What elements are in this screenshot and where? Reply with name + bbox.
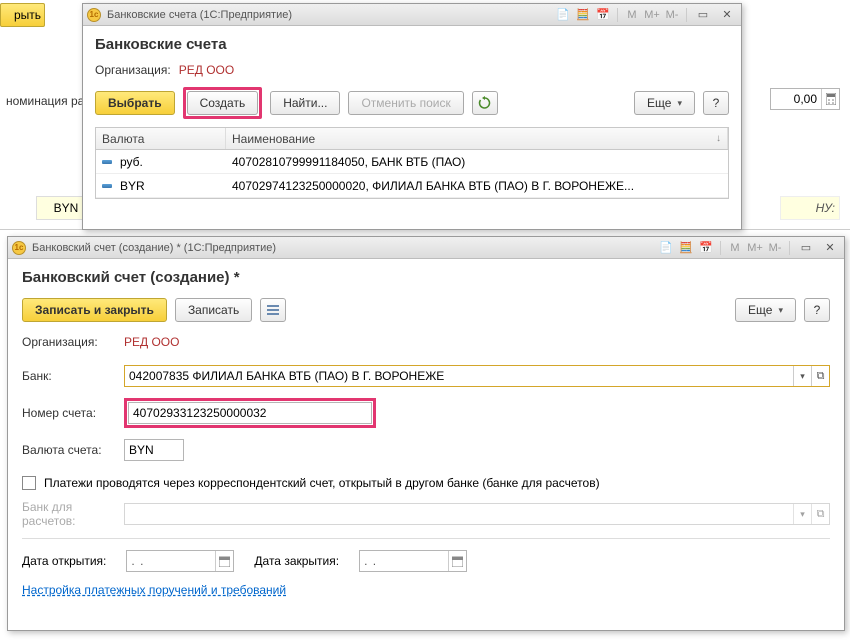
win1-titlebar[interactable]: 1c Банковские счета (1С:Предприятие) 📄 🧮… (83, 4, 741, 26)
close-icon[interactable]: ✕ (717, 7, 737, 23)
calculator-icon[interactable] (821, 89, 839, 109)
open-external-icon[interactable]: ⧉ (811, 366, 829, 386)
date-open-label: Дата открытия: (22, 554, 106, 568)
win1-page-title: Банковские счета (95, 36, 729, 53)
col-name[interactable]: Наименование ↓ (226, 128, 728, 149)
help-button[interactable]: ? (804, 298, 830, 322)
date-close-value: . . (360, 554, 448, 568)
bg-amount-input[interactable]: 0,00 (770, 88, 840, 110)
via-correspondent-checkbox[interactable] (22, 476, 36, 490)
table-row[interactable]: руб. 40702810799991184050, БАНК ВТБ (ПАО… (96, 150, 728, 174)
titlebar-doc-icon[interactable]: 📄 (658, 240, 674, 256)
titlebar-calendar-icon[interactable]: 📅 (595, 7, 611, 23)
checkbox-label: Платежи проводятся через корреспондентск… (44, 476, 600, 490)
account-input[interactable] (129, 403, 371, 423)
cancel-search-button[interactable]: Отменить поиск (348, 91, 463, 115)
date-close-label: Дата закрытия: (254, 554, 339, 568)
divider (22, 538, 830, 539)
win1-titlebar-text: Банковские счета (1С:Предприятие) (107, 9, 555, 21)
win1-toolbar: Выбрать Создать Найти... Отменить поиск … (95, 87, 729, 119)
bg-close-button[interactable]: рыть (0, 3, 45, 27)
more-button[interactable]: Еще (634, 91, 695, 115)
titlebar-calc-icon[interactable]: 🧮 (575, 7, 591, 23)
win2-titlebar-text: Банковский счет (создание) * (1С:Предпри… (32, 242, 658, 254)
separator (720, 241, 721, 255)
currency-input[interactable] (125, 440, 288, 460)
account-input-wrap (128, 402, 372, 424)
date-open-value: . . (127, 554, 215, 568)
cell-name: 40702810799991184050, БАНК ВТБ (ПАО) (232, 155, 465, 169)
currency-label: Валюта счета: (22, 443, 124, 457)
save-button[interactable]: Записать (175, 298, 252, 322)
titlebar-calendar-icon[interactable]: 📅 (698, 240, 714, 256)
cell-currency: BYR (120, 179, 145, 193)
mem-mplus-icon: M+ (644, 7, 660, 23)
row-icon (102, 184, 112, 188)
sort-arrow-icon: ↓ (716, 133, 721, 144)
separator (686, 8, 687, 22)
list-button[interactable] (260, 298, 286, 322)
bank-input[interactable] (125, 366, 793, 386)
calendar-icon[interactable] (215, 551, 233, 571)
mem-m-icon: M (624, 7, 640, 23)
calendar-icon[interactable] (448, 551, 466, 571)
org-label: Организация: (22, 335, 124, 349)
bank-calc-input (125, 504, 793, 524)
mem-mplus-icon: M+ (747, 240, 763, 256)
bank-accounts-window: 1c Банковские счета (1С:Предприятие) 📄 🧮… (82, 3, 742, 230)
cell-name: 40702974123250000020, ФИЛИАЛ БАНКА ВТБ (… (232, 179, 634, 193)
app-icon: 1c (12, 241, 26, 255)
cell-currency: руб. (120, 155, 143, 169)
refresh-button[interactable] (472, 91, 498, 115)
account-highlight (124, 398, 376, 428)
dropdown-icon: ▾ (793, 504, 811, 524)
help-button[interactable]: ? (703, 91, 729, 115)
currency-input-wrap (124, 439, 184, 461)
bank-input-wrap: ▾ ⧉ (124, 365, 830, 387)
org-value: РЕД ООО (179, 63, 234, 77)
date-close-input[interactable]: . . (359, 550, 467, 572)
dropdown-icon[interactable]: ▾ (793, 366, 811, 386)
select-button[interactable]: Выбрать (95, 91, 175, 115)
titlebar-doc-icon[interactable]: 📄 (555, 7, 571, 23)
win2-toolbar: Записать и закрыть Записать Еще ? (22, 298, 830, 322)
find-button[interactable]: Найти... (270, 91, 340, 115)
create-account-window: 1c Банковский счет (создание) * (1С:Пред… (7, 236, 845, 631)
date-open-input[interactable]: . . (126, 550, 234, 572)
bg-amount-value: 0,00 (794, 92, 821, 106)
win2-titlebar[interactable]: 1c Банковский счет (создание) * (1С:Пред… (8, 237, 844, 259)
create-button[interactable]: Создать (187, 91, 259, 115)
create-highlight: Создать (183, 87, 263, 119)
win2-page-title: Банковский счет (создание) * (22, 269, 830, 286)
bg-hu-label: НУ: (780, 196, 840, 220)
app-icon: 1c (87, 8, 101, 22)
bank-label: Банк: (22, 369, 124, 383)
more-button[interactable]: Еще (735, 298, 796, 322)
open-external-icon: ⧉ (811, 504, 829, 524)
bank-calc-label: Банк для расчетов: (22, 500, 124, 528)
org-value: РЕД ООО (124, 335, 179, 349)
org-label: Организация: (95, 63, 171, 77)
minimize-icon[interactable]: ▭ (693, 7, 713, 23)
accounts-grid: Валюта Наименование ↓ руб. 4070281079999… (95, 127, 729, 199)
bg-currency-value: BYN (54, 201, 79, 215)
separator (789, 241, 790, 255)
close-icon[interactable]: ✕ (820, 240, 840, 256)
bank-calc-input-wrap: ▾ ⧉ (124, 503, 830, 525)
col-currency[interactable]: Валюта (96, 128, 226, 149)
bg-nomination-label: номинация ра (0, 94, 90, 108)
payment-settings-link[interactable]: Настройка платежных поручений и требован… (22, 583, 286, 597)
titlebar-calc-icon[interactable]: 🧮 (678, 240, 694, 256)
account-label: Номер счета: (22, 406, 124, 420)
mem-m-icon: M (727, 240, 743, 256)
mem-mminus-icon: M- (664, 7, 680, 23)
separator (617, 8, 618, 22)
save-close-button[interactable]: Записать и закрыть (22, 298, 167, 322)
row-icon (102, 160, 112, 164)
mem-mminus-icon: M- (767, 240, 783, 256)
minimize-icon[interactable]: ▭ (796, 240, 816, 256)
table-row[interactable]: BYR 40702974123250000020, ФИЛИАЛ БАНКА В… (96, 174, 728, 198)
bg-close-label: рыть (14, 8, 41, 22)
